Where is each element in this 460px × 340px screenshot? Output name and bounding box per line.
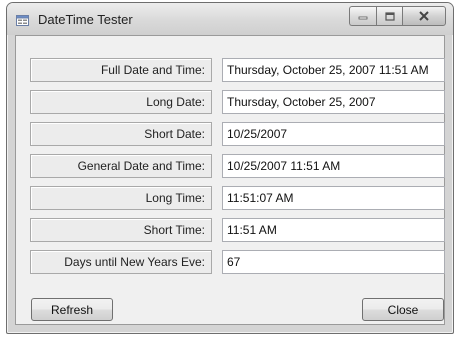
short-time-field[interactable]: 11:51 AM [222,218,445,242]
full-date-time-field[interactable]: Thursday, October 25, 2007 11:51 AM [222,58,445,82]
general-date-time-field[interactable]: 10/25/2007 11:51 AM [222,154,445,178]
short-time-label: Short Time: [30,218,212,242]
field-row-long-date: Long Date: Thursday, October 25, 2007 [16,90,445,116]
caption-buttons [349,6,446,26]
close-icon [419,11,429,21]
close-window-button[interactable] [402,6,446,26]
general-date-time-label: General Date and Time: [30,154,212,178]
short-date-field[interactable]: 10/25/2007 [222,122,445,146]
full-date-time-label: Full Date and Time: [30,58,212,82]
field-row-short-date: Short Date: 10/25/2007 [16,122,445,148]
window-title: DateTime Tester [38,12,133,27]
days-until-new-years-eve-field[interactable]: 67 [222,250,445,274]
refresh-button[interactable]: Refresh [31,298,113,321]
short-date-label: Short Date: [30,122,212,146]
field-row-short-time: Short Time: 11:51 AM [16,218,445,244]
long-time-field[interactable]: 11:51:07 AM [222,186,445,210]
form-client-area: Full Date and Time: Thursday, October 25… [15,35,445,325]
app-window: DateTime Tester Full Date and Time: Thur… [6,2,454,334]
field-row-general-date-time: General Date and Time: 10/25/2007 11:51 … [16,154,445,180]
field-row-full-date-time: Full Date and Time: Thursday, October 25… [16,58,445,84]
long-date-label: Long Date: [30,90,212,114]
field-row-days-until-new-years-eve: Days until New Years Eve: 67 [16,250,445,276]
form-icon[interactable] [16,13,29,26]
days-until-new-years-eve-label: Days until New Years Eve: [30,250,212,274]
long-date-field[interactable]: Thursday, October 25, 2007 [222,90,445,114]
long-time-label: Long Time: [30,186,212,210]
minimize-button[interactable] [349,6,376,26]
close-button[interactable]: Close [362,298,444,321]
field-row-long-time: Long Time: 11:51:07 AM [16,186,445,212]
maximize-button[interactable] [376,6,402,26]
title-bar[interactable]: DateTime Tester [7,3,453,35]
minimize-icon [358,16,368,20]
maximize-icon [384,11,395,21]
